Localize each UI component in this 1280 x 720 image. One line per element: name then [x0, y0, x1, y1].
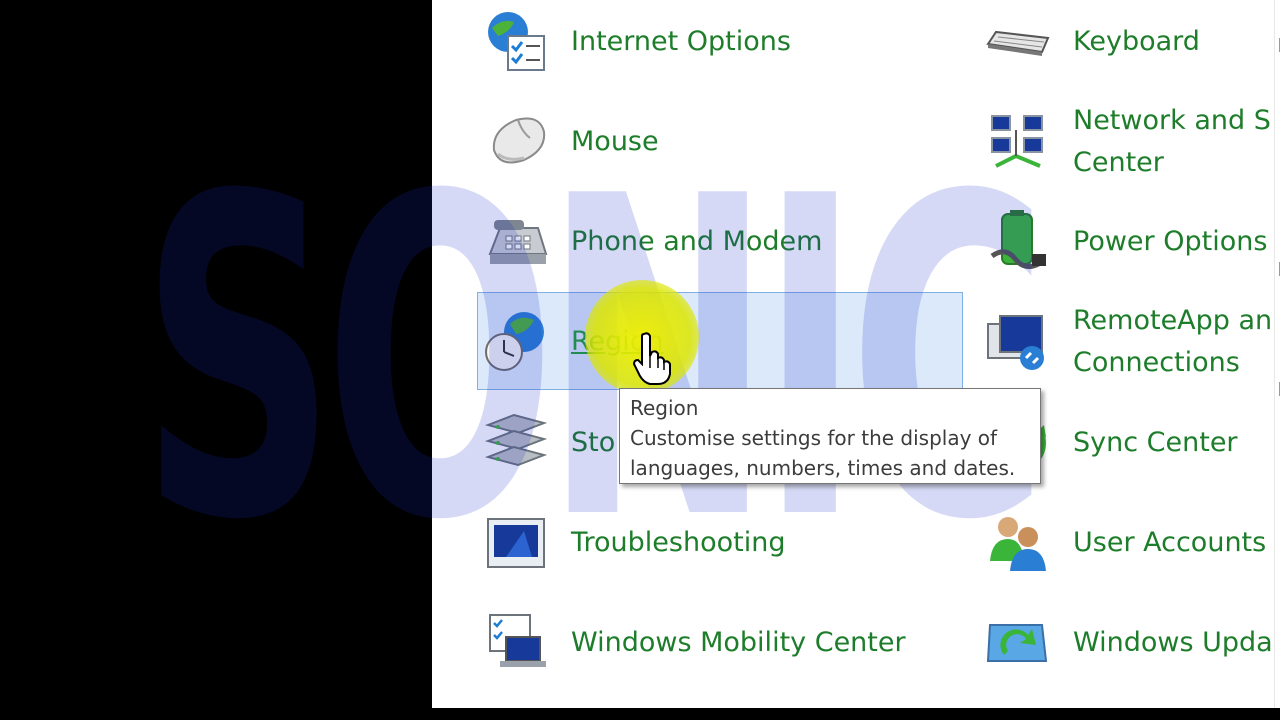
item-label[interactable]: Sync Center [1073, 422, 1238, 464]
item-label[interactable]: Windows Mobility Center [571, 622, 906, 664]
item-user-accounts[interactable]: User Accounts [986, 511, 1266, 575]
item-power-options[interactable]: Power Options [986, 210, 1267, 274]
region-icon [484, 310, 548, 374]
item-label[interactable]: Internet Options [571, 21, 791, 63]
tooltip-title: Region [630, 396, 699, 420]
windows-update-icon [986, 611, 1050, 675]
network-center-icon [986, 110, 1050, 174]
item-windows-mobility-center[interactable]: Windows Mobility Center [484, 611, 906, 675]
tooltip-description: Customise settings for the display of la… [630, 426, 1016, 480]
item-label[interactable]: Troubleshooting [571, 522, 785, 564]
item-label[interactable]: Region [571, 321, 663, 363]
item-label[interactable]: Network and S Center [1073, 100, 1280, 184]
internet-options-icon [484, 10, 548, 74]
item-internet-options[interactable]: Internet Options [484, 10, 791, 74]
region-tooltip: Region Customise settings for the displa… [619, 388, 1041, 484]
item-label[interactable]: Power Options [1073, 221, 1267, 263]
item-troubleshooting[interactable]: Troubleshooting [484, 511, 785, 575]
power-options-icon [986, 210, 1050, 274]
item-label-line2: Connections [1073, 347, 1240, 378]
storage-spaces-icon [484, 411, 548, 475]
item-label[interactable]: User Accounts [1073, 522, 1266, 564]
mouse-icon [484, 110, 548, 174]
item-phone-and-modem[interactable]: Phone and Modem [484, 210, 822, 274]
item-remoteapp-connections[interactable]: RemoteApp an Connections [986, 300, 1280, 384]
item-mouse[interactable]: Mouse [484, 110, 659, 174]
item-label-line1: RemoteApp an [1073, 305, 1273, 336]
phone-icon [484, 210, 548, 274]
item-windows-update[interactable]: Windows Upda [986, 611, 1273, 675]
item-region[interactable]: Region [484, 310, 663, 374]
window-bottom-edge [432, 708, 1280, 720]
remoteapp-icon [986, 310, 1050, 374]
item-network-center[interactable]: Network and S Center [986, 100, 1280, 184]
item-label[interactable]: Keyboard [1073, 21, 1200, 63]
mobility-center-icon [484, 611, 548, 675]
item-label[interactable]: Mouse [571, 121, 659, 163]
item-label[interactable]: Windows Upda [1073, 622, 1273, 664]
item-keyboard[interactable]: Keyboard [986, 10, 1200, 74]
troubleshooting-icon [484, 511, 548, 575]
item-label-line2: Center [1073, 147, 1164, 178]
item-label-line1: Network and S [1073, 105, 1271, 136]
item-label[interactable]: Phone and Modem [571, 221, 822, 263]
item-storage-spaces[interactable]: Sto [484, 411, 615, 475]
user-accounts-icon [986, 511, 1050, 575]
keyboard-icon [986, 10, 1050, 74]
item-label[interactable]: Sto [571, 422, 615, 464]
item-label[interactable]: RemoteApp an Connections [1073, 300, 1280, 384]
